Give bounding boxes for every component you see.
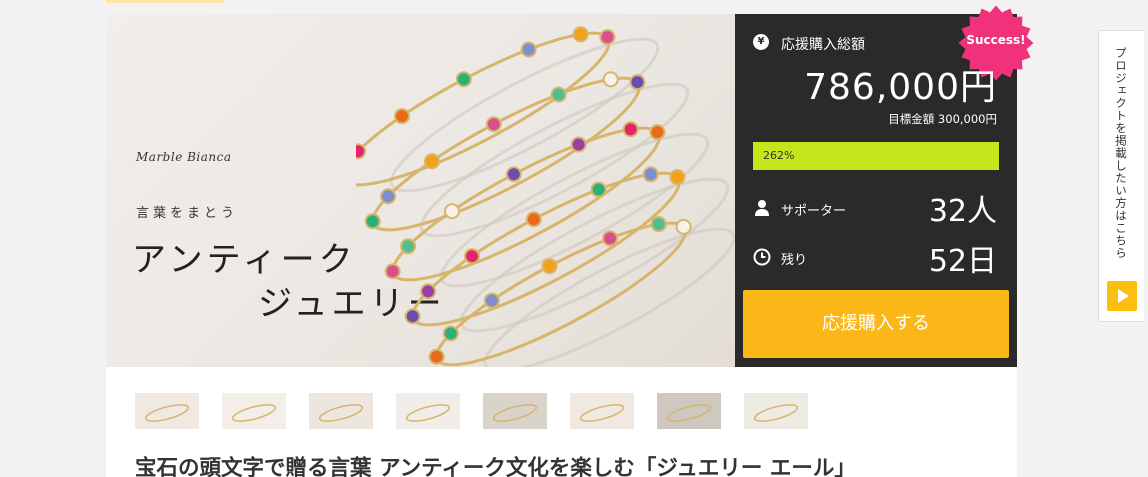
support-purchase-button[interactable]: 応援購入する <box>743 290 1009 358</box>
play-icon <box>1118 289 1129 303</box>
project-hero-image[interactable]: Marble Bianca 言葉をまとう アンティーク ジュエリー <box>106 14 735 367</box>
hero-tagline: 言葉をまとう <box>136 206 239 221</box>
remaining-label: 残り <box>781 253 808 268</box>
success-badge: Success! <box>966 33 1026 47</box>
project-info-card: 宝石の頭文字で贈る言葉 アンティーク文化を楽しむ「ジュエリー エール」 <box>106 367 1017 477</box>
supporters-label: サポーター <box>781 204 847 219</box>
rings-illustration <box>356 26 735 367</box>
target-amount: 目標金額 300,000円 <box>888 112 997 126</box>
thumbnail-image[interactable] <box>309 393 373 429</box>
side-tab-label: プロジェクトを掲載したい方はこちら <box>1114 47 1128 260</box>
thumbnail-image[interactable] <box>657 393 721 429</box>
total-amount-label: 応援購入総額 <box>781 37 865 53</box>
yen-icon: ¥ <box>753 34 769 50</box>
supporters-value: 32人 <box>928 194 997 229</box>
project-title: 宝石の頭文字で贈る言葉 アンティーク文化を楽しむ「ジュエリー エール」 <box>135 456 856 477</box>
remaining-value: 52日 <box>928 244 997 279</box>
clock-icon <box>753 248 771 266</box>
post-project-side-tab[interactable]: プロジェクトを掲載したい方はこちら <box>1098 30 1144 322</box>
progress-percentage: 262% <box>763 149 795 162</box>
thumbnail-image[interactable] <box>222 393 286 429</box>
top-accent-bar <box>106 0 224 3</box>
side-tab-button[interactable] <box>1107 281 1137 311</box>
funding-stats-panel: ¥ 応援購入総額 Success! 786,000円 目標金額 300,000円… <box>735 5 1034 367</box>
total-amount-value: 786,000円 <box>804 67 997 108</box>
thumbnail-image[interactable] <box>483 393 547 429</box>
thumbnail-image[interactable] <box>135 393 199 429</box>
hero-headline-line1: アンティーク <box>132 240 357 280</box>
progress-bar: 262% <box>753 142 999 170</box>
person-icon <box>755 200 769 216</box>
brand-logo: Marble Bianca <box>136 150 232 164</box>
thumbnail-image[interactable] <box>396 393 460 429</box>
thumbnail-image[interactable] <box>744 393 808 429</box>
thumbnail-image[interactable] <box>570 393 634 429</box>
